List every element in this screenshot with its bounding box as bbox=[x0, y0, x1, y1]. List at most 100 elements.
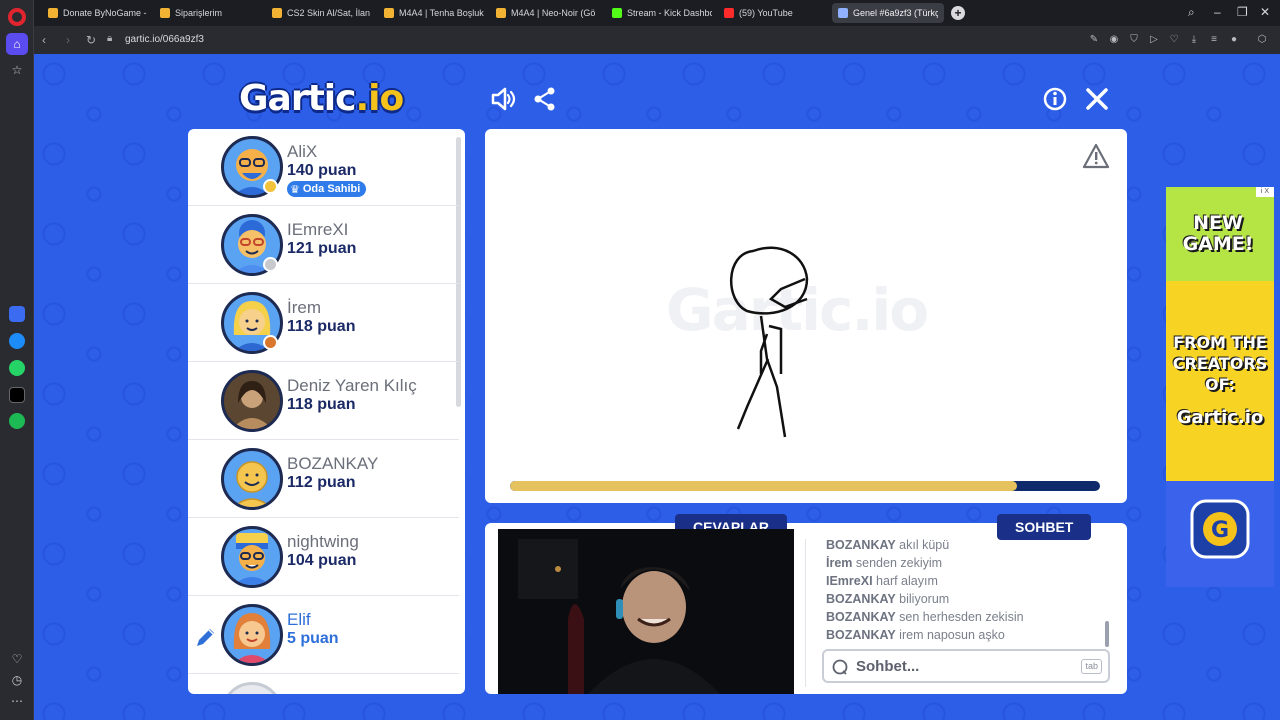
player-row[interactable]: IEmreXI 121 puan bbox=[188, 207, 459, 284]
player-row[interactable]: AliX 140 puan ♛ Oda Sahibi bbox=[188, 129, 459, 206]
url-field[interactable]: gartic.io/066a9zf3 bbox=[125, 34, 204, 45]
tab-label: Genel #6a9zf3 (Türkçe) - bbox=[853, 8, 938, 18]
extension-cube-icon[interactable]: ⬡ bbox=[1256, 34, 1268, 46]
chat-input[interactable] bbox=[856, 657, 1066, 675]
menu-icon[interactable]: ≡ bbox=[1208, 34, 1220, 46]
report-warning-icon[interactable] bbox=[1082, 143, 1110, 169]
chat-text: harf alayım bbox=[876, 574, 938, 588]
shield-icon[interactable]: ⛉ bbox=[1128, 34, 1140, 46]
tab-chat[interactable]: SOHBET bbox=[997, 514, 1092, 540]
browser-tab[interactable]: Stream - Kick Dashboard bbox=[606, 3, 718, 23]
ad-choices-icon[interactable]: i X bbox=[1256, 187, 1274, 197]
badge-label: Oda Sahibi bbox=[302, 183, 361, 195]
player-name: IEmreXI bbox=[287, 220, 349, 239]
sound-icon[interactable] bbox=[490, 86, 516, 112]
chat-user: BOZANKAY bbox=[826, 592, 896, 606]
x-twitter-icon[interactable] bbox=[9, 387, 25, 403]
browser-sidebar: ⌂ ☆ ♡ ◷ ⋯ bbox=[0, 0, 34, 720]
history-clock-icon[interactable]: ◷ bbox=[6, 669, 28, 691]
player-row[interactable]: Deniz Yaren Kılıç 118 puan bbox=[188, 363, 459, 440]
tab-favicon-icon bbox=[48, 8, 58, 18]
status-dot bbox=[263, 179, 278, 194]
chat-text: sen herhesden zekisin bbox=[899, 610, 1024, 624]
player-row[interactable]: İrem 118 puan bbox=[188, 285, 459, 362]
drawing-canvas[interactable]: Gartic.io bbox=[485, 129, 1127, 503]
camera-icon[interactable]: ◉ bbox=[1108, 34, 1120, 46]
new-tab-button[interactable]: + bbox=[951, 6, 965, 20]
svg-text:G: G bbox=[1211, 518, 1229, 543]
chat-text: senden zekiyim bbox=[855, 556, 943, 570]
gartic-app-icon: G bbox=[1190, 499, 1250, 559]
messenger-icon[interactable] bbox=[9, 333, 25, 349]
tab-label: Stream - Kick Dashboard bbox=[627, 8, 712, 18]
play-icon[interactable]: ▷ bbox=[1148, 34, 1160, 46]
chat-message: BOZANKAY biliyorum bbox=[826, 592, 1106, 610]
avatar bbox=[221, 604, 283, 666]
tab-label: M4A4 | Tenha Boşluk (Gör bbox=[399, 8, 484, 18]
heart-outline-icon[interactable]: ♡ bbox=[1168, 34, 1180, 46]
ad-line-2: CREATORS bbox=[1172, 354, 1268, 373]
app-store-icon[interactable] bbox=[9, 306, 25, 322]
edit-icon[interactable]: ✎ bbox=[1088, 34, 1100, 46]
browser-tab[interactable]: Siparişlerim bbox=[154, 3, 266, 23]
tab-label: Donate ByNoGame - Strea bbox=[63, 8, 148, 18]
search-tabs-icon[interactable]: ⌕ bbox=[1188, 5, 1195, 20]
chat-scrollbar[interactable] bbox=[1105, 621, 1109, 647]
more-dots-icon[interactable]: ⋯ bbox=[6, 690, 28, 712]
tab-label: M4A4 | Neo-Noir (Görevd bbox=[511, 8, 596, 18]
close-icon[interactable] bbox=[1084, 86, 1110, 112]
browser-tab[interactable]: CS2 Skin Al/Sat, İlan Ekle bbox=[266, 3, 378, 23]
chat-message: BOZANKAY akıl küpü bbox=[826, 538, 1106, 556]
ad-headline: NEW GAME! bbox=[1182, 212, 1254, 255]
browser-tab[interactable]: Donate ByNoGame - Strea bbox=[42, 3, 154, 23]
tab-label: Siparişlerim bbox=[175, 8, 223, 18]
pencil-icon bbox=[197, 629, 214, 646]
crown-icon: ♛ bbox=[290, 183, 300, 196]
tab-favicon-icon bbox=[384, 8, 394, 18]
player-name: AliX bbox=[287, 142, 318, 161]
forward-icon[interactable]: › bbox=[66, 33, 70, 47]
avatar bbox=[221, 526, 283, 588]
maximize-icon[interactable]: ❐ bbox=[1237, 5, 1248, 19]
tab-strip: Donate ByNoGame - Strea Siparişlerim CS2… bbox=[34, 0, 1280, 26]
gartic-logo[interactable]: Gartic.io bbox=[239, 78, 404, 119]
advertisement-banner[interactable]: i X NEW GAME! FROM THE CREATORS OF: Gart… bbox=[1166, 187, 1274, 587]
browser-tab[interactable]: (59) YouTube bbox=[718, 3, 830, 23]
player-row-partial[interactable] bbox=[188, 675, 459, 694]
gartic-page: Gartic.io AliX 140 puan ♛ Oda Sahibi IEm… bbox=[34, 54, 1280, 720]
chat-text: akıl küpü bbox=[899, 538, 950, 552]
opera-logo[interactable] bbox=[8, 8, 26, 26]
reload-icon[interactable]: ↻ bbox=[86, 33, 96, 47]
browser-tab[interactable]: M4A4 | Tenha Boşluk (Gör bbox=[378, 3, 490, 23]
back-icon[interactable]: ‹ bbox=[42, 33, 46, 47]
ad-line-3: OF: bbox=[1204, 375, 1236, 394]
tab-favicon-icon bbox=[612, 8, 622, 18]
info-icon[interactable] bbox=[1042, 86, 1068, 112]
close-window-icon[interactable]: ✕ bbox=[1260, 5, 1270, 19]
tab-favicon-icon bbox=[160, 8, 170, 18]
players-panel: AliX 140 puan ♛ Oda Sahibi IEmreXI 121 pu… bbox=[188, 129, 465, 694]
player-row[interactable]: nightwing 104 puan bbox=[188, 519, 459, 596]
browser-tab-active[interactable]: Genel #6a9zf3 (Türkçe) - bbox=[832, 3, 944, 23]
chat-user: İrem bbox=[826, 556, 853, 570]
player-score: 104 puan bbox=[287, 552, 357, 569]
player-score: 121 puan bbox=[287, 240, 357, 257]
download-icon[interactable]: ⤓ bbox=[1188, 34, 1200, 46]
home-icon[interactable]: ⌂ bbox=[6, 33, 28, 55]
bookmark-star-icon[interactable]: ☆ bbox=[6, 59, 28, 81]
player-row[interactable]: BOZANKAY 112 puan bbox=[188, 441, 459, 518]
browser-tab[interactable]: M4A4 | Neo-Noir (Görevd bbox=[490, 3, 602, 23]
chat-message: IEmreXI harf alayım bbox=[826, 574, 1106, 592]
chat-message: BOZANKAY sen herhesden zekisin bbox=[826, 610, 1106, 628]
spotify-icon[interactable] bbox=[9, 413, 25, 429]
avatar bbox=[221, 682, 283, 694]
heart-icon[interactable]: ♡ bbox=[6, 648, 28, 670]
chat-user: BOZANKAY bbox=[826, 538, 896, 552]
profile-icon[interactable]: ● bbox=[1228, 34, 1240, 46]
tab-favicon-icon bbox=[496, 8, 506, 18]
share-icon[interactable] bbox=[532, 86, 558, 112]
status-dot bbox=[263, 335, 278, 350]
whatsapp-icon[interactable] bbox=[9, 360, 25, 376]
player-row-drawing[interactable]: Elif 5 puan bbox=[188, 597, 459, 674]
minimize-icon[interactable]: – bbox=[1214, 5, 1221, 19]
